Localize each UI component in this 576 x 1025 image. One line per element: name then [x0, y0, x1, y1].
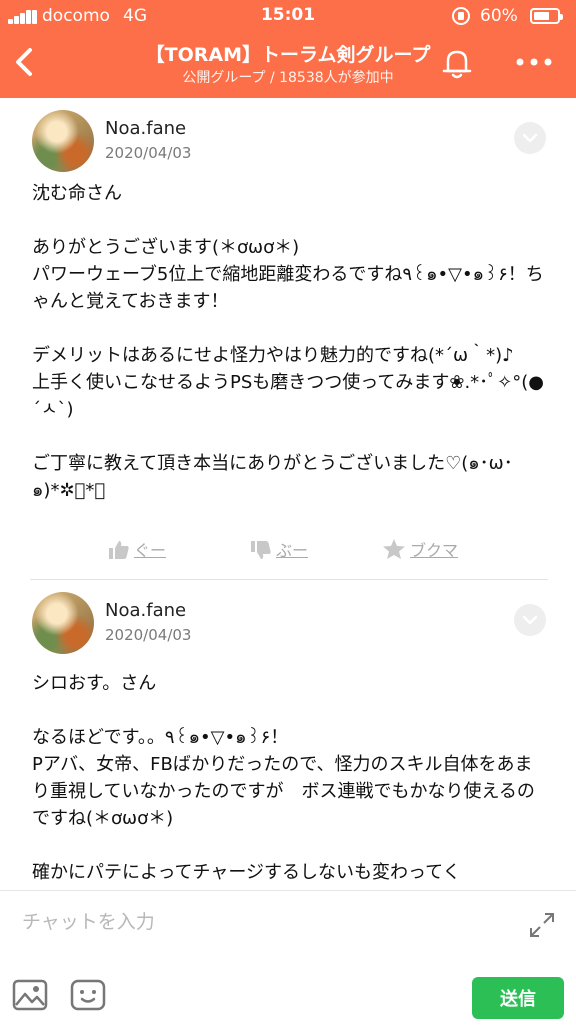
group-title: 【TORAM】トーラム剣グループ — [145, 44, 431, 66]
post: Noa.fane 2020/04/03 シロおす。さん なるほどです。。٩꒰๑•… — [0, 580, 576, 886]
thumbs-up-icon — [109, 541, 129, 559]
post-menu-button[interactable] — [514, 604, 546, 636]
avatar[interactable] — [32, 110, 94, 172]
more-options-button[interactable] — [512, 50, 556, 74]
status-bar: docomo 4G 15:01 60% — [0, 0, 576, 32]
sticker-button[interactable] — [70, 977, 106, 1013]
post-paragraph: なるほどです。。٩꒰๑•▽•๑꒱۶！ Pアバ、女帝、FBばかりだったので、怪力の… — [32, 727, 535, 829]
post-paragraph: ありがとうございます(＊ơωơ＊) パワーウェーブ5位上で縮地距離変わるですね٩… — [32, 237, 544, 312]
thumbs-down-icon — [251, 541, 271, 559]
chat-input[interactable] — [20, 903, 504, 941]
rotation-lock-icon — [452, 7, 470, 25]
dislike-label: ぶー — [276, 541, 309, 560]
battery-percent: 60% — [480, 6, 518, 26]
post-header: Noa.fane 2020/04/03 — [32, 98, 546, 180]
expand-icon — [530, 913, 554, 937]
chat-composer: 送信 — [0, 890, 576, 1025]
post-paragraph: デメリットはあるにせよ怪力やはり魅力的ですね(*´ω｀*)♪ 上手く使いこなせる… — [32, 345, 544, 420]
star-icon — [383, 539, 405, 559]
like-button[interactable]: ぐー — [108, 537, 166, 561]
post-date: 2020/04/03 — [105, 144, 192, 162]
post-paragraph: ご丁寧に教えて頂き本当にありがとうございました♡(๑･ω･๑)*✲ﾟ*。 — [32, 453, 513, 501]
post-menu-button[interactable] — [514, 122, 546, 154]
post-body: 沈む命さん ありがとうございます(＊ơωơ＊) パワーウェーブ5位上で縮地距離変… — [32, 180, 544, 504]
post-header: Noa.fane 2020/04/03 — [32, 580, 546, 670]
chevron-down-icon — [522, 615, 538, 625]
group-subtitle: 公開グループ / 18538人が参加中 — [182, 70, 394, 86]
notification-button[interactable] — [438, 44, 476, 82]
post: Noa.fane 2020/04/03 沈む命さん ありがとうございます(＊ơω… — [0, 98, 576, 579]
image-icon — [12, 979, 48, 1011]
post-paragraph: 確かにパテによってチャージするしないも変わってく — [32, 862, 461, 883]
post-date: 2020/04/03 — [105, 626, 192, 644]
post-body: シロおす。さん なるほどです。。٩꒰๑•▽•๑꒱۶！ Pアバ、女帝、FBばかりだ… — [32, 670, 544, 886]
send-button[interactable]: 送信 — [472, 977, 564, 1019]
like-label: ぐー — [134, 541, 167, 560]
sticker-icon — [70, 979, 106, 1011]
battery-fill — [534, 12, 549, 20]
top-bar: docomo 4G 15:01 60% 【TORAM】トーラム剣グループ 公開グ… — [0, 0, 576, 98]
battery-icon — [530, 8, 563, 24]
author-name[interactable]: Noa.fane — [105, 118, 186, 139]
image-button[interactable] — [12, 977, 48, 1013]
expand-button[interactable] — [528, 911, 556, 939]
post-paragraph: 沈む命さん — [32, 183, 122, 204]
chevron-down-icon — [522, 133, 538, 143]
message-list[interactable]: Noa.fane 2020/04/03 沈む命さん ありがとうございます(＊ơω… — [0, 98, 576, 890]
avatar[interactable] — [32, 592, 94, 654]
nav-bar: 【TORAM】トーラム剣グループ 公開グループ / 18538人が参加中 — [0, 32, 576, 98]
bookmark-label: ブクマ — [410, 541, 459, 560]
bookmark-button[interactable]: ブクマ — [382, 537, 458, 561]
author-name[interactable]: Noa.fane — [105, 600, 186, 621]
post-paragraph: シロおす。さん — [32, 673, 157, 694]
more-dots-icon — [516, 58, 552, 66]
dislike-button[interactable]: ぶー — [250, 537, 308, 561]
bell-icon — [442, 50, 472, 79]
post-actions: ぐー ぶー ブクマ — [32, 523, 544, 579]
